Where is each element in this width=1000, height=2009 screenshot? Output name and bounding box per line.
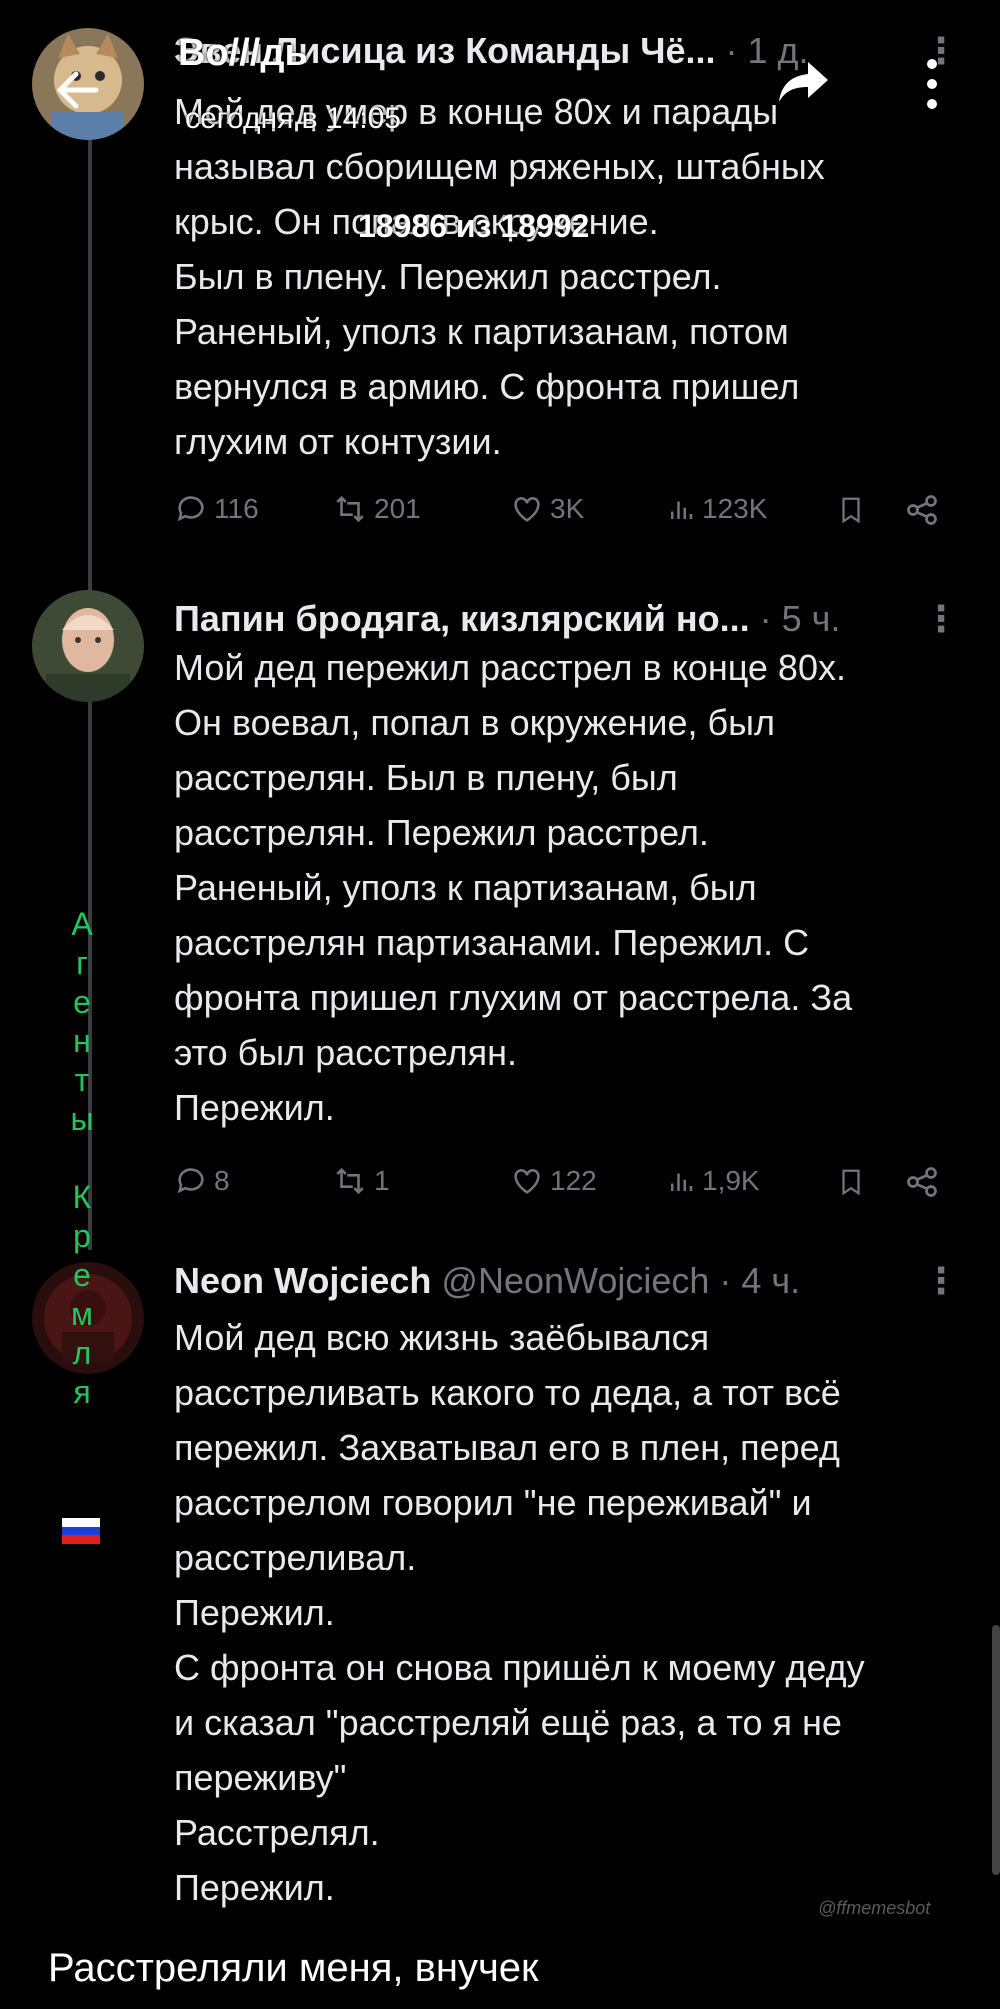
side-letter: т (74, 1062, 90, 1098)
share-button[interactable] (904, 492, 940, 528)
side-letter: е (73, 984, 91, 1020)
author-name[interactable]: Neon Wojciech (174, 1260, 431, 1301)
tweet-text: Мой дед пережил расстрел в конце 80х. Он… (174, 647, 853, 1128)
author-handle[interactable]: @NeonWojciech (431, 1260, 709, 1301)
reply-count: 116 (214, 493, 259, 524)
tweet-more-icon[interactable]: ⋮ (923, 598, 960, 640)
share-node-icon (907, 495, 937, 525)
media-counter: 18986 из 18992 (358, 208, 590, 244)
side-letter: г (76, 945, 88, 981)
more-icon (927, 59, 937, 109)
back-arrow-icon (57, 71, 99, 109)
like-count: 122 (550, 1165, 597, 1196)
avatar[interactable] (32, 590, 144, 702)
author-name[interactable]: Папин бродяга, кизлярский но... (174, 598, 750, 639)
repost-count: 201 (374, 493, 421, 524)
tweet-more-icon[interactable]: ⋮ (923, 1260, 960, 1302)
side-letter: А (71, 906, 93, 942)
reply-button[interactable]: 116 (174, 492, 259, 526)
chat-timestamp: сегодня в 14:05 (185, 102, 401, 135)
watermark: @ffmemesbot (818, 1898, 931, 1918)
back-button[interactable] (40, 50, 120, 130)
view-count: 1,9K (702, 1165, 760, 1196)
tweet-time: · 5 ч. (749, 598, 841, 639)
reply-button[interactable]: 8 (174, 1164, 230, 1198)
side-letter: л (72, 1335, 92, 1371)
forward-button[interactable] (776, 58, 832, 111)
bookmark-button[interactable] (836, 492, 866, 528)
message-caption: Расстреляли меня, внучек (48, 1946, 539, 1990)
tweet-text: Мой дед умер в конце 80х и парады называ… (174, 91, 825, 462)
menu-button[interactable] (924, 54, 940, 119)
side-vertical-label: А г е н т ы К р е м л я (62, 905, 102, 1412)
tweet-header: Neon Wojciech @NeonWojciech · 4 ч. ⋮ (174, 1260, 960, 1308)
russian-flag-icon (62, 1518, 100, 1544)
repost-button[interactable]: 1 (332, 1164, 390, 1198)
chat-title: Bo///дь (178, 32, 308, 74)
reply-icon (177, 1168, 204, 1194)
like-button[interactable]: 3K (510, 492, 584, 526)
tweet-actions: 116 201 3K 123K (174, 492, 954, 542)
share-node-icon (907, 1167, 937, 1197)
side-letter: К (72, 1179, 92, 1215)
tweet-header: Папин бродяга, кизлярский но... · 5 ч. ⋮ (174, 598, 960, 646)
side-letter: ы (70, 1101, 94, 1137)
bookmark-icon (842, 1169, 860, 1196)
view-count: 123K (702, 493, 768, 524)
thread-line (88, 140, 92, 600)
side-letter: я (73, 1374, 91, 1410)
bookmark-icon (842, 497, 860, 524)
side-letter: е (73, 1257, 91, 1293)
views-button[interactable]: 123K (666, 492, 767, 526)
views-icon (671, 1173, 693, 1191)
like-icon (514, 497, 540, 522)
repost-icon (336, 495, 364, 523)
side-letter: р (73, 1218, 91, 1254)
like-icon (514, 1169, 540, 1194)
like-count: 3K (550, 493, 585, 524)
side-letter: м (71, 1296, 93, 1332)
tweet-text: Мой дед всю жизнь заёбывался расстрелива… (174, 1317, 865, 1908)
views-icon (671, 501, 693, 519)
share-button[interactable] (904, 1164, 940, 1200)
reply-icon (177, 496, 204, 522)
repost-button[interactable]: 201 (332, 492, 421, 526)
repost-icon (336, 1167, 364, 1195)
bookmark-button[interactable] (836, 1164, 866, 1200)
views-button[interactable]: 1,9K (666, 1164, 760, 1198)
scrollbar[interactable] (992, 1625, 1000, 1875)
tweet-actions: 8 1 122 1,9K (174, 1164, 954, 1214)
side-letter: н (73, 1023, 91, 1059)
share-icon (779, 62, 828, 102)
tweet-time: · 4 ч. (709, 1260, 801, 1301)
like-button[interactable]: 122 (510, 1164, 597, 1198)
side-letter (62, 1139, 102, 1178)
reply-count: 8 (214, 1165, 230, 1196)
repost-count: 1 (374, 1165, 390, 1196)
